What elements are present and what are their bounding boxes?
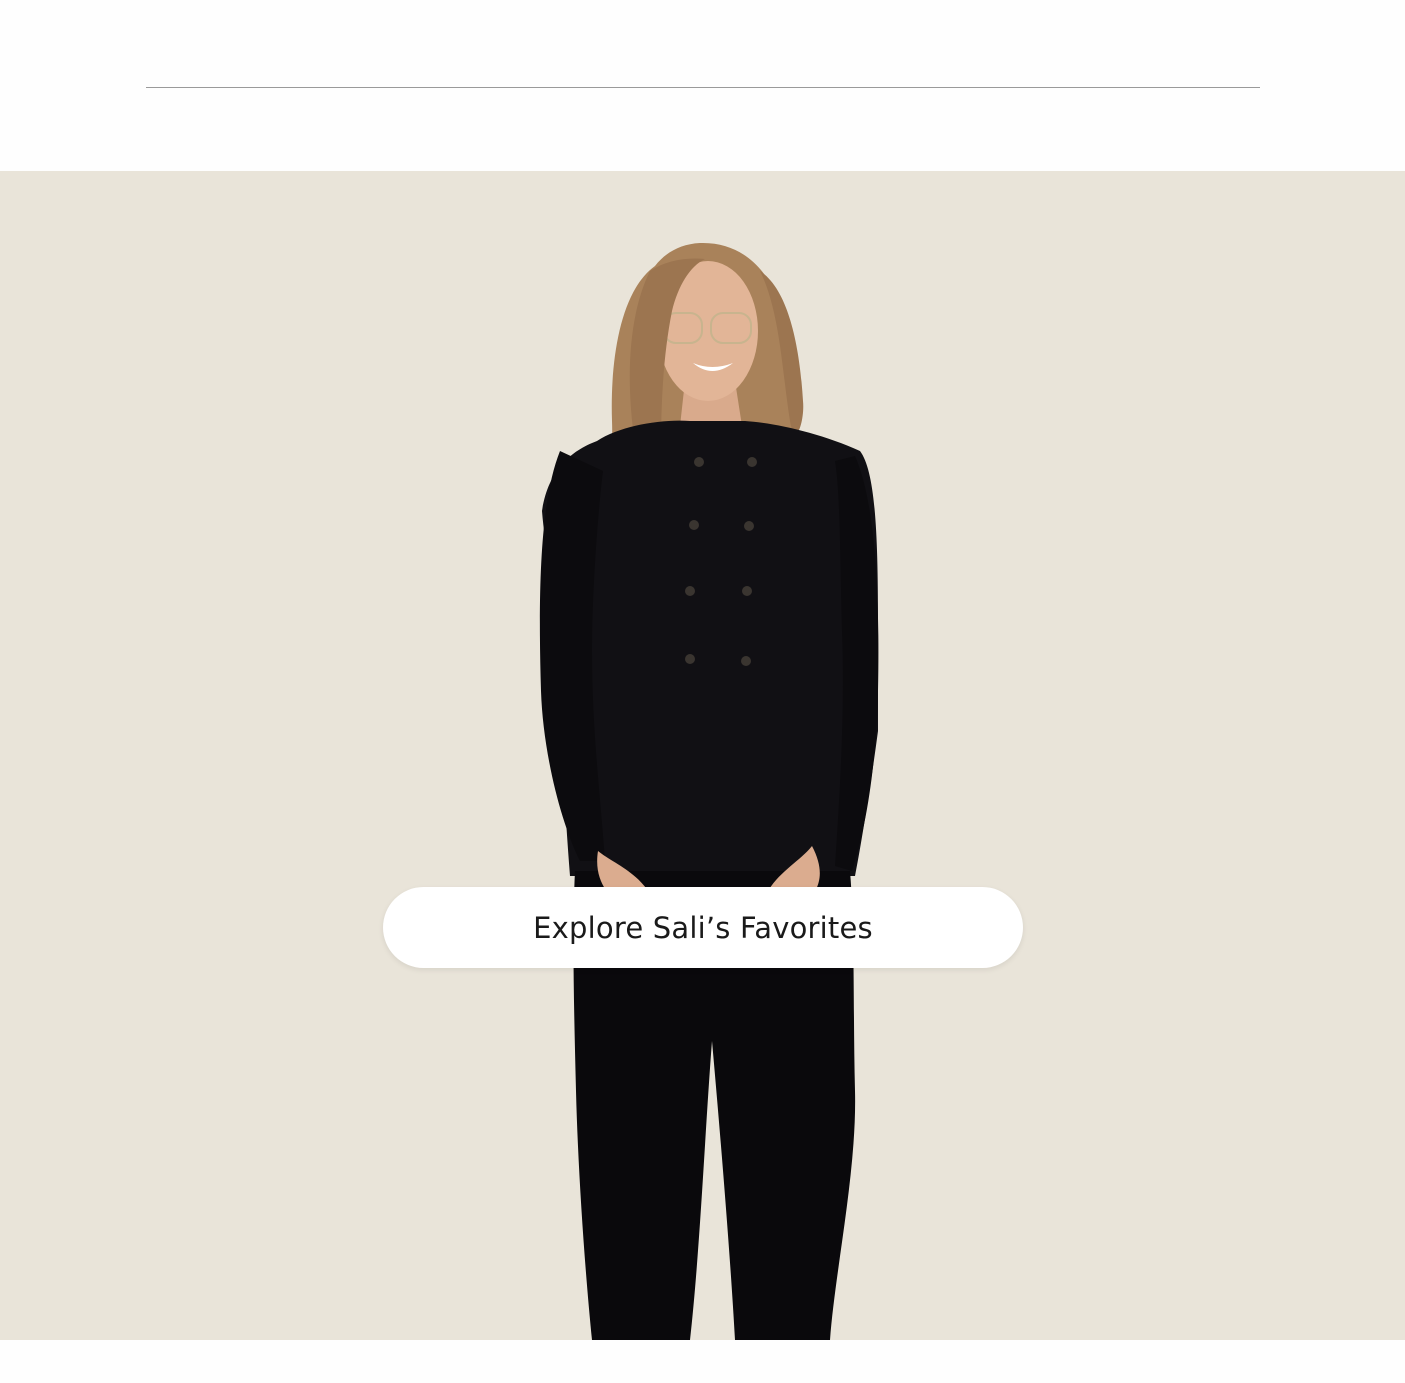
- hero-image[interactable]: Explore Sali’s Favorites: [0, 171, 1405, 1340]
- page: Explore Sali’s Favorites: [0, 0, 1405, 1383]
- explore-favorites-label: Explore Sali’s Favorites: [533, 910, 873, 945]
- explore-favorites-button[interactable]: Explore Sali’s Favorites: [383, 887, 1023, 968]
- divider: [146, 87, 1260, 88]
- woman-in-suit-photo: [539, 242, 879, 1340]
